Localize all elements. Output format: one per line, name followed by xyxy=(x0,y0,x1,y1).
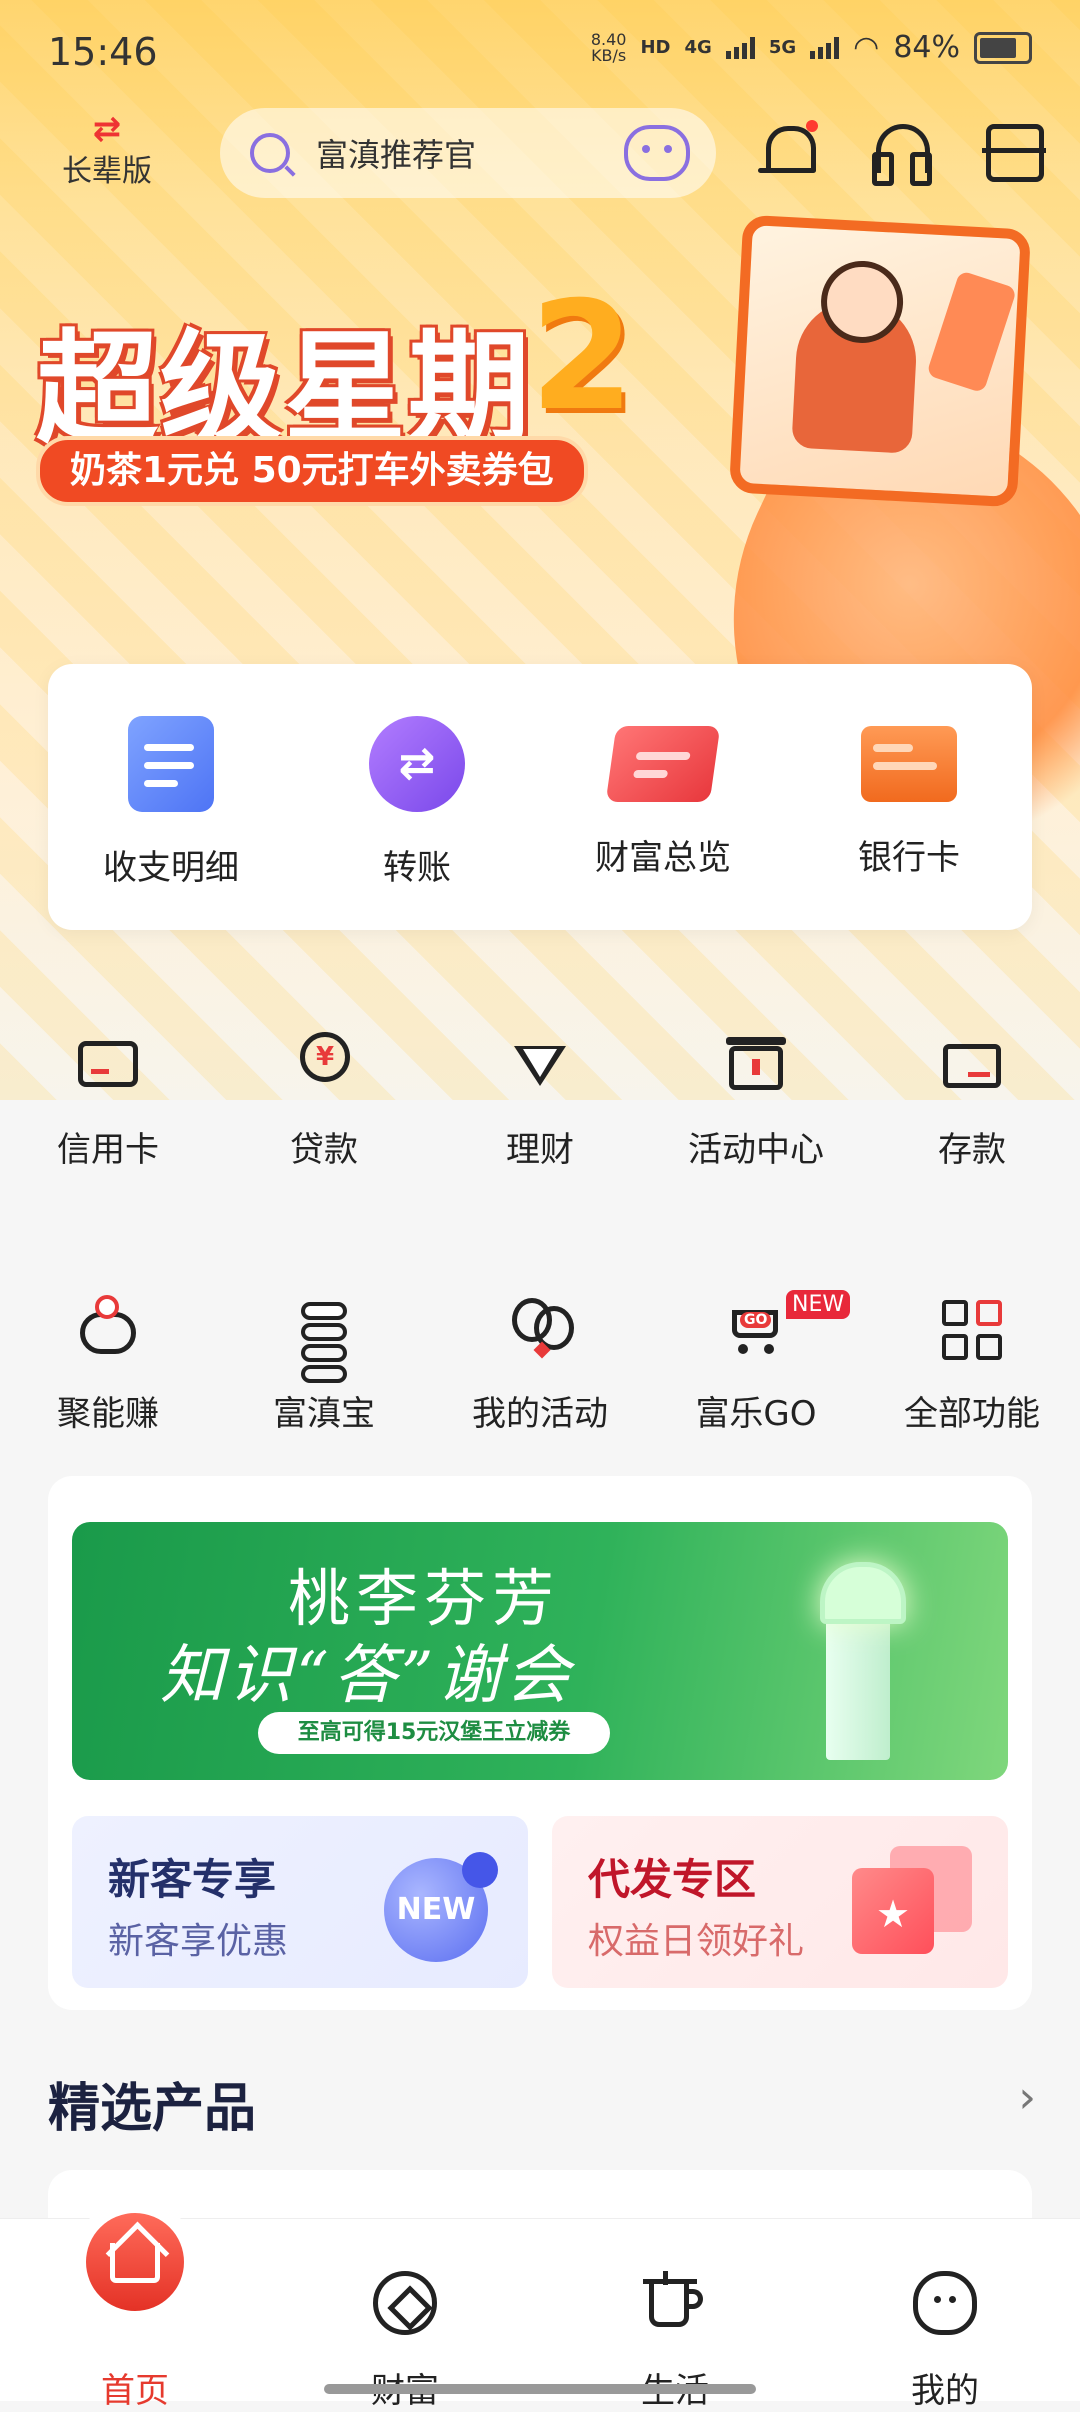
status-bar: 15:46 8.40 KB/s HD 4G 5G ◠ 84% xyxy=(0,0,1080,100)
signal-icon xyxy=(725,36,755,59)
bank-card-icon xyxy=(861,726,957,802)
elder-mode-toggle[interactable]: ⇄ 长辈版 xyxy=(52,112,162,190)
payroll-zone-subtitle: 权益日领好礼 xyxy=(588,1921,805,1962)
gift-icon xyxy=(724,1032,788,1096)
monkey-assistant-icon[interactable] xyxy=(624,125,690,181)
wealth-icon xyxy=(373,2271,437,2335)
search-icon xyxy=(250,133,290,173)
wealth-overview-icon xyxy=(605,726,721,802)
coins-icon xyxy=(292,1296,356,1383)
banner-title-number: 2 xyxy=(530,270,635,444)
balloon-icon xyxy=(508,1296,574,1360)
star-flag-icon: ★ xyxy=(852,1846,974,1956)
grid-item-fudian-bao[interactable]: 富滇宝 xyxy=(216,1296,432,1435)
lighthouse-illustration xyxy=(798,1540,918,1760)
banner-subtitle: 奶茶1元兑 50元打车外卖券包 xyxy=(36,436,588,506)
green-banner-line2: 知识“答”谢会 xyxy=(160,1639,574,1713)
grid-item-my-activities[interactable]: 我的活动 xyxy=(432,1296,648,1435)
search-bar[interactable]: 富滇推荐官 xyxy=(220,108,716,198)
promo-section: 桃李芬芳 知识“答”谢会 至高可得15元汉堡王立减券 新客专享 新客享优惠 NE… xyxy=(48,1476,1032,2010)
deposit-icon xyxy=(940,1032,1004,1096)
status-time: 15:46 xyxy=(48,30,158,74)
quick-action-statement[interactable]: 收支明细 xyxy=(48,664,294,930)
piggy-bank-icon xyxy=(76,1295,140,1360)
sim1-label: 4G xyxy=(684,37,712,58)
diamond-icon xyxy=(508,1032,572,1096)
nav-mine[interactable]: 我的 xyxy=(810,2219,1080,2411)
feature-grid-row-2: 聚能赚 富滇宝 我的活动 GO NEW 富乐GO 全部功能 xyxy=(0,1290,1080,1435)
quick-actions-card: 收支明细 ⇄ 转账 财富总览 银行卡 xyxy=(48,664,1032,930)
scan-icon[interactable] xyxy=(982,118,1046,182)
wifi-icon: ◠ xyxy=(853,30,880,65)
knowledge-quiz-banner[interactable]: 桃李芬芳 知识“答”谢会 至高可得15元汉堡王立减券 xyxy=(72,1522,1008,1780)
unread-dot xyxy=(806,120,818,132)
grid-item-loan[interactable]: ¥ 贷款 xyxy=(216,1032,432,1171)
all-apps-icon xyxy=(940,1296,1004,1360)
notification-bell-icon[interactable] xyxy=(756,118,820,182)
new-customer-card[interactable]: 新客专享 新客享优惠 NEW xyxy=(72,1816,528,1988)
grid-item-juneng-earn[interactable]: 聚能赚 xyxy=(0,1295,216,1435)
grid-item-credit-card[interactable]: 信用卡 xyxy=(0,1032,216,1171)
grid-item-activity-center[interactable]: 活动中心 xyxy=(648,1032,864,1171)
grid-item-wealth-management[interactable]: 理财 xyxy=(432,1032,648,1171)
quick-action-wealth-overview[interactable]: 财富总览 xyxy=(540,664,786,930)
grid-item-deposit[interactable]: 存款 xyxy=(864,1032,1080,1171)
loan-icon: ¥ xyxy=(292,1032,356,1096)
chevron-right-icon[interactable]: › xyxy=(1018,2072,1036,2123)
bottom-navigation: 首页 财富 生活 我的 xyxy=(0,2213,1080,2411)
quick-action-transfer[interactable]: ⇄ 转账 xyxy=(294,664,540,930)
grid-item-fule-go[interactable]: GO NEW 富乐GO xyxy=(648,1290,864,1435)
battery-icon xyxy=(974,31,1032,64)
credit-card-icon xyxy=(76,1032,140,1096)
new-icon: NEW xyxy=(384,1852,498,1962)
cart-icon: GO xyxy=(724,1296,788,1360)
feature-grid-row-1: 信用卡 ¥ 贷款 理财 活动中心 存款 xyxy=(0,1032,1080,1171)
elder-mode-label: 长辈版 xyxy=(62,154,152,189)
switch-icon: ⇄ xyxy=(92,109,122,149)
customer-service-headset-icon[interactable] xyxy=(870,118,934,186)
sim2-label: 5G xyxy=(768,37,797,58)
cup-icon xyxy=(643,2271,707,2335)
statement-icon xyxy=(128,716,214,812)
coupon-ticket-icon xyxy=(926,270,1018,394)
new-badge: NEW xyxy=(786,1290,851,1319)
nav-wealth[interactable]: 财富 xyxy=(270,2219,540,2411)
banner-illustration xyxy=(728,214,1032,508)
green-banner-pill: 至高可得15元汉堡王立减券 xyxy=(258,1712,610,1754)
home-icon xyxy=(86,2213,184,2311)
home-indicator[interactable] xyxy=(324,2384,756,2394)
payroll-zone-title: 代发专区 xyxy=(588,1855,757,1904)
status-indicators: 8.40 KB/s HD 4G 5G ◠ 84% xyxy=(591,30,1032,65)
quick-action-bank-card[interactable]: 银行卡 xyxy=(786,664,1032,930)
new-customer-subtitle: 新客享优惠 xyxy=(108,1921,289,1962)
grid-item-all-features[interactable]: 全部功能 xyxy=(864,1296,1080,1435)
signal-icon xyxy=(810,36,840,59)
net-speed: 8.40 KB/s xyxy=(590,29,627,65)
hd-icon: HD xyxy=(640,37,671,58)
nav-home[interactable]: 首页 xyxy=(0,2213,270,2411)
new-customer-title: 新客专享 xyxy=(108,1855,277,1904)
profile-face-icon xyxy=(913,2271,977,2335)
transfer-icon: ⇄ xyxy=(369,716,465,812)
nav-life[interactable]: 生活 xyxy=(540,2219,810,2411)
search-placeholder: 富滇推荐官 xyxy=(316,136,477,174)
payroll-zone-card[interactable]: 代发专区 权益日领好礼 ★ xyxy=(552,1816,1008,1988)
battery-percent: 84% xyxy=(893,30,960,65)
featured-products-title: 精选产品 xyxy=(48,2079,257,2139)
